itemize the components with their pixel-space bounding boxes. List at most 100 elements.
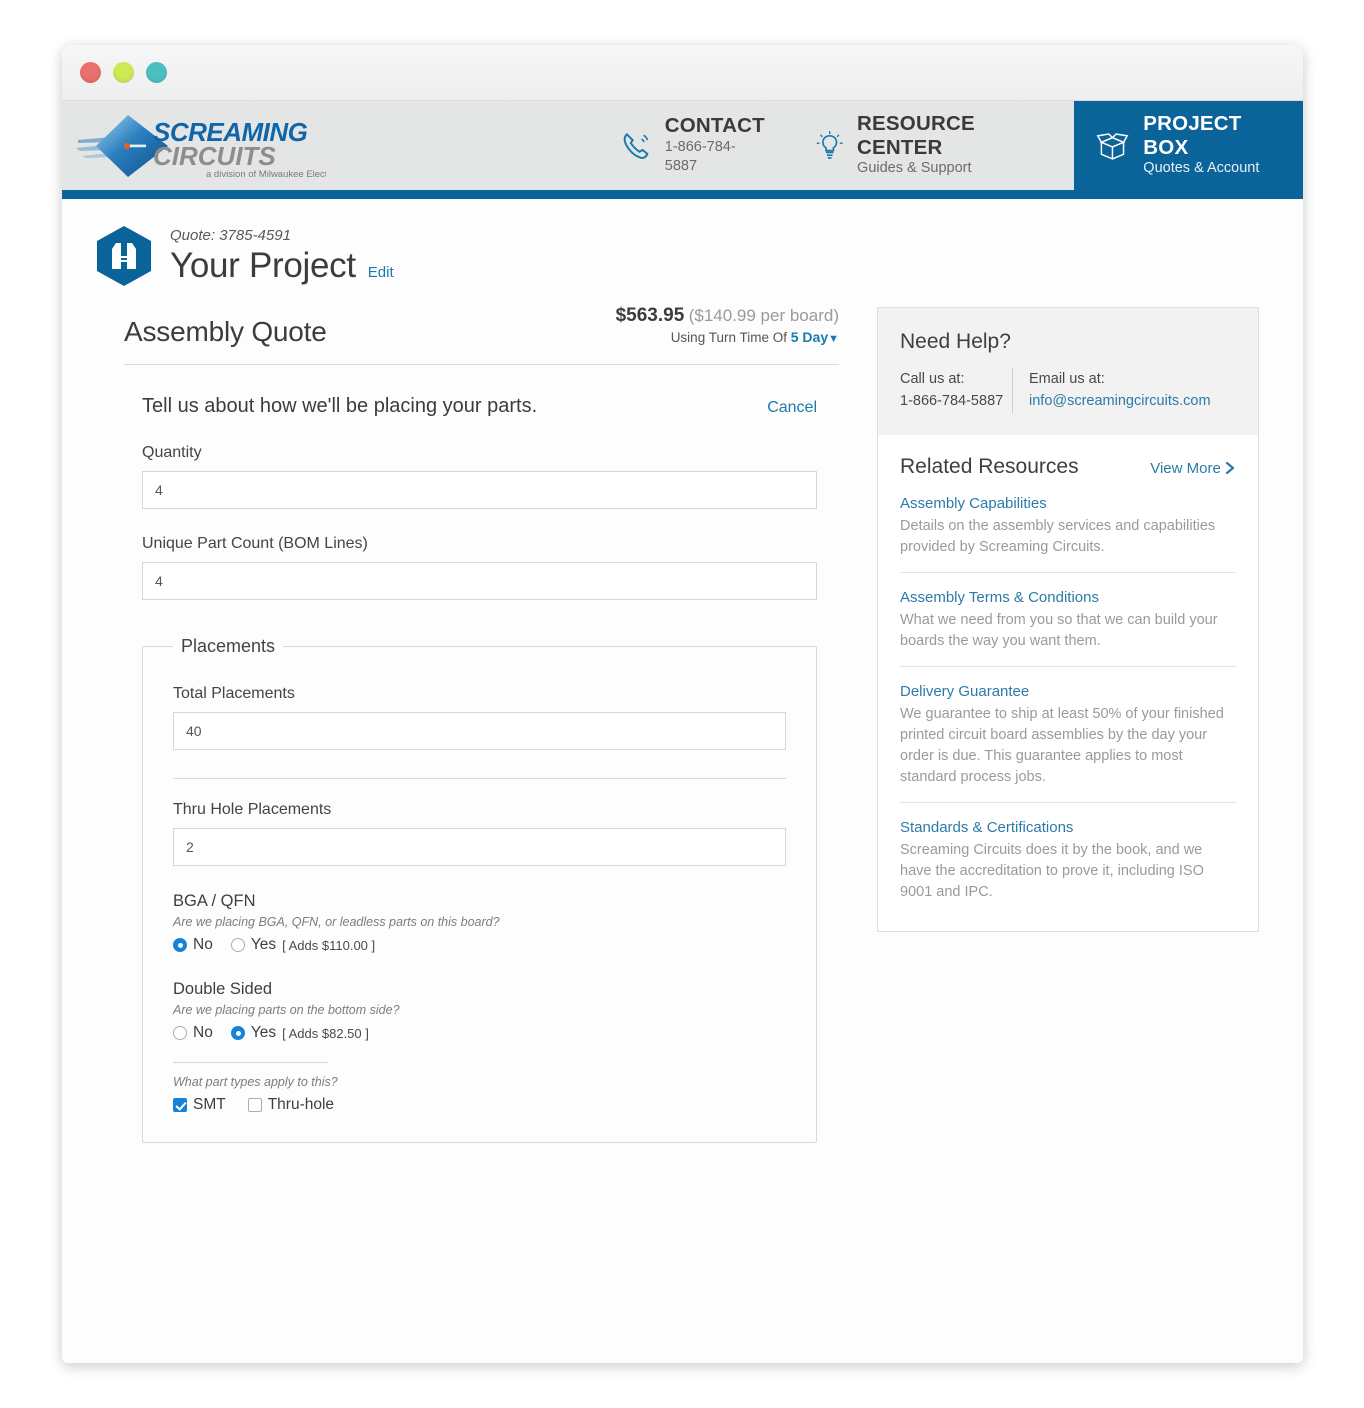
nav-item-subtitle: Quotes & Account (1143, 160, 1260, 177)
call-us-block: Call us at: 1-866-784-5887 (900, 368, 1012, 413)
form-intro-text: Tell us about how we'll be placing your … (142, 395, 538, 417)
page-body: Quote: 3785-4591 Your Project Edit Assem… (62, 199, 1303, 1363)
price-summary: $563.95 ($140.99 per board) Using Turn T… (616, 305, 839, 348)
nav-item-subtitle: Guides & Support (857, 160, 972, 177)
support-email-link[interactable]: info@screamingcircuits.com (1029, 390, 1211, 412)
support-phone-number: 1-866-784-5887 (900, 393, 1004, 410)
header-accent-bar (62, 190, 1303, 199)
related-resources-panel: Related Resources View More Assembly Cap… (878, 435, 1258, 931)
bom-input[interactable] (142, 562, 817, 600)
main-column: Assembly Quote $563.95 ($140.99 per boar… (94, 305, 839, 1143)
double-sided-no-option[interactable]: No (173, 1024, 213, 1042)
related-resources-title: Related Resources (900, 454, 1079, 478)
double-sided-yes-price: [ Adds $82.50 ] (282, 1025, 369, 1041)
view-more-label: View More (1150, 459, 1221, 477)
assembly-quote-title: Assembly Quote (124, 316, 327, 347)
smt-label: SMT (193, 1096, 226, 1113)
thru-hole-option[interactable]: Thru-hole (247, 1096, 334, 1114)
resource-item: Assembly Terms & Conditions What we need… (900, 573, 1236, 667)
total-placements-label: Total Placements (173, 685, 295, 702)
resource-description: We guarantee to ship at least 50% of you… (900, 706, 1224, 786)
assembly-price-per-board: ($140.99 per board) (688, 306, 839, 325)
resource-link[interactable]: Delivery Guarantee (900, 683, 1236, 700)
double-sided-yes-radio[interactable] (230, 1026, 245, 1040)
nav-item-title: RESOURCE CENTER (857, 112, 975, 159)
need-help-panel: Need Help? Call us at: 1-866-784-5887 Em… (878, 308, 1258, 435)
placements-legend: Placements (181, 636, 276, 656)
double-sided-no-label: No (193, 1024, 213, 1041)
edit-project-link[interactable]: Edit (368, 264, 394, 281)
quantity-label: Quantity (142, 444, 202, 461)
nav-item-title: CONTACT (664, 114, 765, 138)
chevron-down-icon[interactable]: ▼ (828, 333, 839, 345)
phone-icon (623, 132, 649, 159)
divider (173, 1062, 328, 1063)
close-window-button[interactable] (80, 62, 101, 83)
total-placements-field: Total Placements (173, 685, 786, 750)
bga-qfn-no-radio[interactable] (173, 938, 187, 952)
turn-time-selector[interactable]: 5 Day (791, 329, 828, 345)
open-box-icon (1096, 132, 1129, 160)
minimize-window-button[interactable] (113, 62, 134, 83)
project-header: Quote: 3785-4591 Your Project Edit (62, 199, 1303, 287)
double-sided-yes-option[interactable]: Yes [ Adds $82.50 ] (230, 1024, 369, 1042)
nav-item-title: PROJECT BOX (1143, 112, 1242, 159)
nav-item-resource-center[interactable]: RESOURCE CENTER Guides & Support (790, 101, 1075, 190)
quantity-input[interactable] (142, 471, 817, 509)
logo-icon: SCREAMING CIRCUITS a division of Milwauk… (76, 114, 326, 180)
bga-qfn-help: Are we placing BGA, QFN, or leadless par… (173, 915, 500, 929)
lightbulb-icon (816, 130, 843, 159)
total-placements-input[interactable] (173, 712, 786, 750)
bga-qfn-no-label: No (193, 936, 213, 953)
double-sided-title: Double Sided (173, 980, 273, 998)
project-box-hex-icon (97, 226, 151, 286)
bga-qfn-group: BGA / QFN Are we placing BGA, QFN, or le… (173, 892, 786, 954)
double-sided-no-radio[interactable] (173, 1026, 187, 1040)
resource-link[interactable]: Standards & Certifications (900, 819, 1236, 836)
help-resources-card: Need Help? Call us at: 1-866-784-5887 Em… (877, 307, 1259, 933)
resource-link[interactable]: Assembly Terms & Conditions (900, 589, 1236, 606)
form-intro-row: Tell us about how we'll be placing your … (124, 365, 839, 418)
need-help-title: Need Help? (900, 330, 1011, 353)
smt-option[interactable]: SMT (173, 1096, 226, 1114)
bga-qfn-yes-price: [ Adds $110.00 ] (282, 937, 376, 953)
svg-text:a division of Milwaukee Electr: a division of Milwaukee Electronics (206, 169, 326, 180)
resource-description: Screaming Circuits does it by the book, … (900, 842, 1204, 901)
screaming-circuits-logo[interactable]: SCREAMING CIRCUITS a division of Milwauk… (62, 101, 596, 190)
nav-item-project-box[interactable]: PROJECT BOX Quotes & Account (1074, 101, 1303, 190)
bga-qfn-yes-option[interactable]: Yes [ Adds $110.00 ] (230, 936, 376, 954)
quantity-field: Quantity (124, 444, 839, 509)
cancel-button[interactable]: Cancel (767, 399, 817, 417)
quote-number-label: Quote: 3785-4591 (170, 227, 291, 244)
bga-qfn-yes-radio[interactable] (230, 938, 245, 952)
site-header: SCREAMING CIRCUITS a division of Milwauk… (62, 101, 1303, 190)
window-titlebar (62, 45, 1303, 101)
assembly-quote-header: Assembly Quote $563.95 ($140.99 per boar… (124, 305, 839, 348)
divider (173, 778, 786, 779)
smt-checkbox[interactable] (173, 1098, 187, 1112)
resource-item: Assembly Capabilities Details on the ass… (900, 479, 1236, 573)
sidebar: Need Help? Call us at: 1-866-784-5887 Em… (877, 305, 1259, 1143)
email-us-label: Email us at: (1029, 371, 1105, 387)
browser-window: SCREAMING CIRCUITS a division of Milwauk… (62, 45, 1303, 1363)
nav-item-contact[interactable]: CONTACT 1-866-784-5887 (596, 101, 790, 190)
bga-qfn-no-option[interactable]: No (173, 936, 213, 954)
double-sided-group: Double Sided Are we placing parts on the… (173, 980, 786, 1114)
assembly-price-total: $563.95 (615, 305, 685, 326)
thru-hole-placements-field: Thru Hole Placements (173, 801, 786, 866)
resource-link[interactable]: Assembly Capabilities (900, 495, 1236, 512)
header-nav: CONTACT 1-866-784-5887 RESOURCE CENTER G… (596, 101, 1303, 190)
resource-description: Details on the assembly services and cap… (900, 517, 1216, 555)
resource-item: Standards & Certifications Screaming Cir… (900, 803, 1236, 917)
view-more-link[interactable]: View More (1150, 460, 1236, 477)
thru-hole-placements-input[interactable] (173, 828, 786, 866)
content-area: Assembly Quote $563.95 ($140.99 per boar… (62, 287, 1303, 1143)
placements-fieldset: Placements Total Placements Thru Hole Pl… (142, 636, 817, 1143)
page-title: Your Project (170, 246, 356, 285)
thru-hole-placements-label: Thru Hole Placements (173, 801, 332, 818)
resource-description: What we need from you so that we can bui… (900, 611, 1218, 649)
svg-text:CIRCUITS: CIRCUITS (153, 141, 276, 171)
zoom-window-button[interactable] (146, 62, 167, 83)
bga-qfn-yes-label: Yes (250, 936, 277, 953)
thru-hole-checkbox[interactable] (247, 1098, 262, 1112)
